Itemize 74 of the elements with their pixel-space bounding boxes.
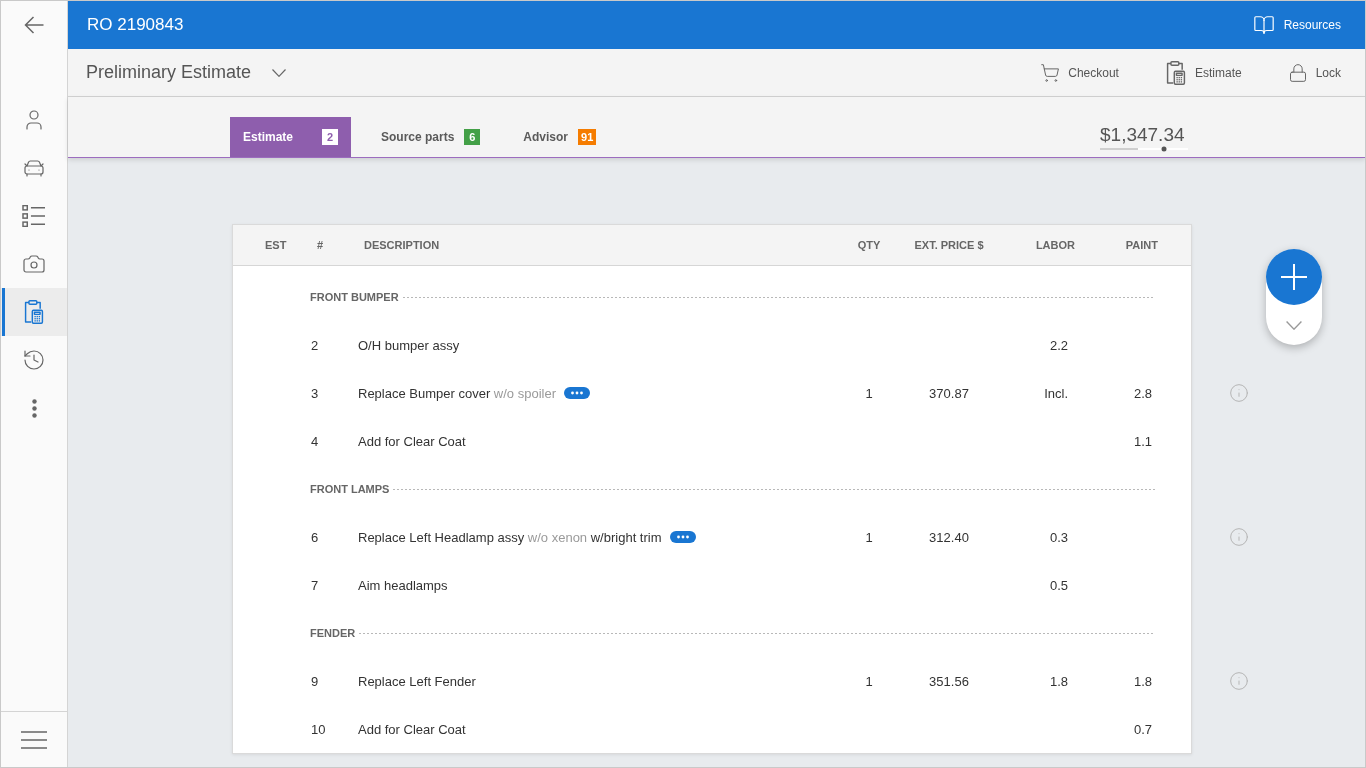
quantity-value: 1 (864, 529, 874, 545)
back-arrow-icon (24, 15, 44, 34)
count-badge: 91 (578, 129, 597, 145)
estimate-dropdown[interactable]: Preliminary Estimate (86, 62, 287, 83)
indicator-icon (1100, 146, 1188, 152)
toolbar-button[interactable]: Estimate (1164, 60, 1242, 85)
column-header: EXT. PRICE $ (913, 239, 985, 251)
paint-value: 2.8 (1132, 385, 1153, 401)
info-icon[interactable] (1229, 527, 1249, 547)
item-description: Replace Bumper cover w/o spoiler (358, 385, 556, 401)
tab[interactable]: Source parts 6 (368, 117, 494, 157)
line-number: 7 (311, 577, 320, 593)
column-header: # (316, 239, 325, 251)
more-options-icon[interactable] (669, 531, 696, 543)
camera-icon (22, 252, 46, 276)
item-description: Aim headlamps (358, 577, 448, 593)
add-button[interactable] (1266, 249, 1322, 305)
sidebar-item[interactable] (1, 288, 67, 336)
plus-icon (1281, 264, 1307, 290)
count-badge: 2 (322, 129, 338, 145)
chevron-down-icon (272, 68, 287, 77)
menu-icon (21, 730, 47, 749)
line-number: 6 (311, 529, 320, 545)
toolbar-button[interactable]: Checkout (1040, 62, 1119, 83)
quantity-value: 1 (864, 385, 874, 401)
labor-value: 1.8 (1048, 673, 1069, 689)
column-header: EST (264, 239, 288, 251)
section-title: FRONT LAMPS (310, 483, 390, 495)
item-description: Add for Clear Coat (358, 721, 466, 737)
column-header: DESCRIPTION (363, 239, 441, 251)
clipboard-calculator-icon (23, 300, 45, 324)
lock-icon (1287, 62, 1308, 83)
item-description: Replace Left Headlamp assy w/o xenon w/bright trim (358, 529, 662, 545)
column-header: QTY (856, 239, 882, 251)
book-icon (1252, 14, 1275, 36)
section-title: FENDER (310, 627, 356, 639)
count-badge: 6 (464, 129, 481, 145)
clipboard-calculator-icon (1164, 60, 1187, 85)
history-icon (22, 348, 46, 372)
estimate-total: $1,347.34 (1100, 124, 1186, 146)
labor-value: 2.2 (1048, 337, 1069, 353)
paint-value: 1.8 (1132, 673, 1153, 689)
price-value: 351.56 (928, 673, 970, 689)
price-value: 312.40 (928, 529, 970, 545)
item-description: O/H bumper assy (358, 337, 460, 353)
line-number: 9 (311, 673, 320, 689)
column-header: LABOR (1034, 239, 1075, 251)
tab[interactable]: Advisor 91 (510, 117, 610, 157)
quantity-value: 1 (864, 673, 874, 689)
checklist-icon (22, 205, 46, 227)
info-icon[interactable] (1229, 383, 1249, 403)
labor-value: Incl. (1043, 385, 1069, 401)
item-description: Replace Left Fender (358, 673, 476, 689)
column-header: PAINT (1124, 239, 1158, 251)
more-options-icon[interactable] (564, 387, 590, 399)
price-value: 370.87 (928, 385, 970, 401)
labor-value: 0.5 (1048, 577, 1069, 593)
toolbar-button[interactable]: Lock (1287, 62, 1341, 83)
cart-icon (1040, 62, 1061, 83)
section-title: FRONT BUMPER (310, 291, 399, 303)
chevron-down-icon (1286, 320, 1302, 330)
repair-order-title: RO 2190843 (87, 15, 184, 35)
item-description: Add for Clear Coat (358, 433, 466, 449)
line-number: 2 (311, 337, 320, 353)
info-icon[interactable] (1229, 671, 1249, 691)
line-number: 3 (311, 385, 320, 401)
more-vertical-icon (31, 398, 37, 418)
paint-value: 0.7 (1132, 721, 1153, 737)
labor-value: 0.3 (1048, 529, 1069, 545)
paint-value: 1.1 (1132, 433, 1153, 449)
line-number: 4 (311, 433, 320, 449)
resources-button[interactable]: Resources (1252, 14, 1341, 36)
line-number: 10 (311, 721, 327, 737)
tab[interactable]: Estimate 2 (230, 117, 351, 157)
